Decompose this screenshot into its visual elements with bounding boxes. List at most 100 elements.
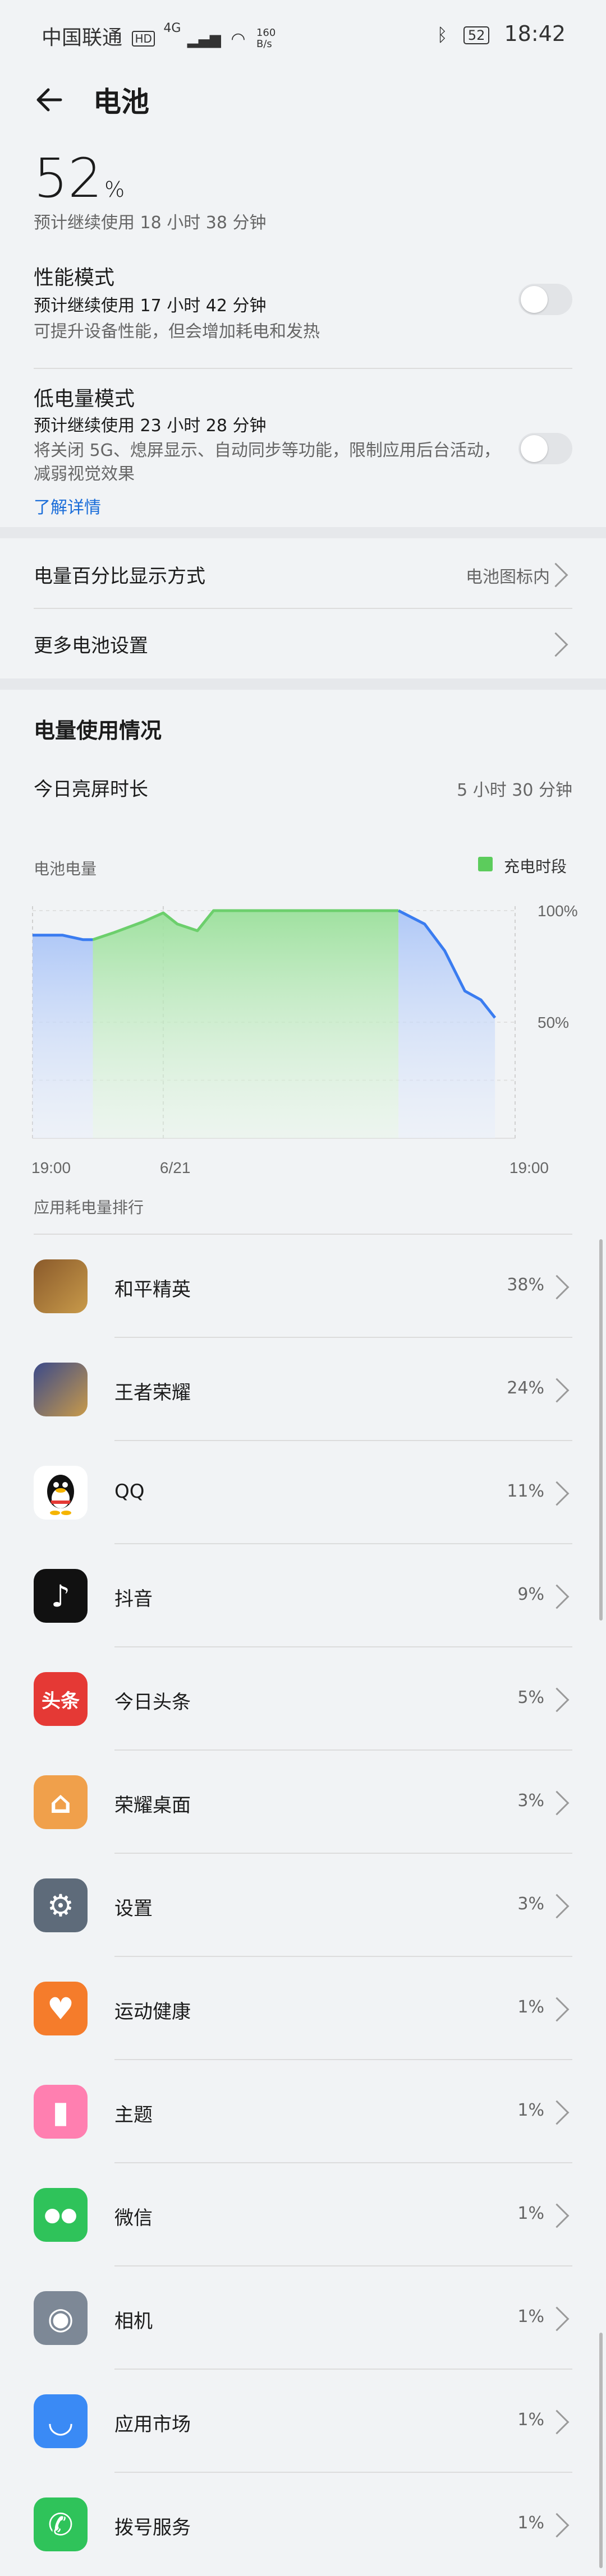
app-usage-row[interactable]: ♪ 抖音 9% <box>0 1544 606 1647</box>
low-power-mode-estimate: 预计继续使用 23 小时 28 分钟 <box>34 416 267 436</box>
app-usage-row[interactable]: ●● 微信 1% <box>0 2163 606 2266</box>
back-arrow-icon[interactable] <box>34 84 65 116</box>
status-left: 中国联通 HD 4G ▂▄▆ ◠ 160 B/s <box>42 21 276 50</box>
app-name: 今日头条 <box>114 1691 191 1714</box>
chevron-right-icon <box>544 1481 570 1506</box>
app-percent: 1% <box>517 2204 544 2223</box>
app-name: 王者荣耀 <box>114 1382 191 1404</box>
app-percent: 1% <box>517 2410 544 2430</box>
app-percent: 3% <box>517 1894 544 1914</box>
charging-area <box>93 911 399 1138</box>
app-usage-row[interactable]: 王者荣耀 24% <box>0 1338 606 1441</box>
app-icon-glyph: ●● <box>44 2204 77 2226</box>
app-name: 运动健康 <box>114 2001 191 2023</box>
low-power-mode-desc-1: 将关闭 5G、熄屏显示、自动同步等功能，限制应用后台活动， <box>34 441 501 460</box>
news-icon: 头条 <box>34 1672 88 1726</box>
bag-icon: ◡ <box>34 2394 88 2448</box>
app-usage-row[interactable]: ◡ 应用市场 1% <box>0 2370 606 2473</box>
app-usage-row[interactable]: ▮ 主题 1% <box>0 2060 606 2163</box>
heart-icon: ♥ <box>34 1982 88 2035</box>
performance-mode-title: 性能模式 <box>34 266 115 289</box>
more-battery-settings-row[interactable]: 更多电池设置 <box>0 609 606 678</box>
percent-display-value: 电池图标内 <box>466 567 550 587</box>
app-name: 抖音 <box>114 1588 153 1610</box>
bluetooth-icon: ᛒ <box>437 24 448 45</box>
percent-display-row[interactable]: 电量百分比显示方式 电池图标内 <box>0 538 606 608</box>
app-percent: 9% <box>517 1585 544 1604</box>
screen-time-label: 今日亮屏时长 <box>34 778 148 801</box>
brush-icon: ▮ <box>34 2085 88 2139</box>
performance-mode-toggle[interactable] <box>518 284 572 315</box>
app-usage-row[interactable]: 头条 今日头条 5% <box>0 1647 606 1751</box>
performance-mode-estimate: 预计继续使用 17 小时 42 分钟 <box>34 296 267 316</box>
app-icon-glyph: ♪ <box>50 1578 71 1614</box>
chevron-right-icon <box>543 632 568 657</box>
app-name: 拨号服务 <box>114 2517 191 2539</box>
chevron-right-icon <box>544 1790 570 1816</box>
net-speed-unit: B/s <box>256 38 272 50</box>
divider <box>34 368 572 369</box>
app-name: 相机 <box>114 2310 153 2333</box>
hd-icon: HD <box>132 31 155 47</box>
battery-percent-unit: % <box>104 177 125 202</box>
app-percent: 38% <box>507 1275 544 1295</box>
app-usage-row[interactable]: ◉ 相机 1% <box>0 2266 606 2370</box>
discharge-area <box>33 935 93 1138</box>
app-usage-row[interactable]: ⚙ 设置 3% <box>0 1854 606 1957</box>
app-percent: 1% <box>517 2100 544 2120</box>
scrollbar[interactable] <box>599 2333 603 2568</box>
low-power-mode-toggle[interactable] <box>518 433 572 464</box>
chevron-right-icon <box>544 2203 570 2228</box>
app-percent: 1% <box>517 2307 544 2326</box>
camera-icon: ◉ <box>34 2291 88 2345</box>
carrier-label: 中国联通 <box>42 26 123 49</box>
app-icon-glyph: ⌂ <box>49 1784 72 1820</box>
app-percent: 5% <box>517 1688 544 1707</box>
app-usage-row[interactable]: ✆ 拨号服务 1% <box>0 2473 606 2576</box>
chevron-right-icon <box>544 1275 570 1300</box>
y-tick-label: 50% <box>538 1014 569 1031</box>
app-percent: 1% <box>517 1997 544 2017</box>
app-percent: 11% <box>507 1481 544 1501</box>
music-note-icon: ♪ <box>34 1569 88 1623</box>
app-name: 微信 <box>114 2207 153 2229</box>
game-icon <box>34 1259 88 1313</box>
signal-icon: ▂▄▆ <box>187 31 221 48</box>
more-battery-settings-label: 更多电池设置 <box>34 635 148 657</box>
app-usage-row[interactable]: 和平精英 38% <box>0 1235 606 1338</box>
x-tick-label: 6/21 <box>160 1159 191 1176</box>
chevron-right-icon <box>544 2306 570 2332</box>
learn-more-link[interactable]: 了解详情 <box>34 493 101 518</box>
chevron-right-icon <box>544 1894 570 1919</box>
network-type: 4G <box>163 21 181 35</box>
section-gap <box>0 678 606 690</box>
section-gap <box>0 527 606 538</box>
app-icon-glyph: ◉ <box>47 2300 74 2336</box>
app-usage-row[interactable]: QQ 11% <box>0 1441 606 1544</box>
game-icon <box>34 1363 88 1416</box>
chat-icon: ●● <box>34 2188 88 2242</box>
chevron-right-icon <box>544 1378 570 1403</box>
page-title: 电池 <box>93 86 149 118</box>
app-name: QQ <box>114 1480 145 1503</box>
battery-percent-value: 52 <box>34 147 103 210</box>
app-icon-glyph: ✆ <box>48 2506 74 2542</box>
app-usage-row[interactable]: ♥ 运动健康 1% <box>0 1957 606 2060</box>
performance-mode-desc: 可提升设备性能，但会增加耗电和发热 <box>34 322 320 341</box>
net-speed: 160 B/s <box>256 27 276 50</box>
chevron-right-icon <box>544 1687 570 1712</box>
app-usage-row[interactable]: ⌂ 荣耀桌面 3% <box>0 1751 606 1854</box>
low-power-mode-desc-2: 减弱视觉效果 <box>34 464 135 484</box>
chevron-right-icon <box>544 2513 570 2538</box>
legend-swatch <box>478 857 493 871</box>
toggle-knob <box>521 435 548 462</box>
net-speed-value: 160 <box>256 27 276 39</box>
app-icon-glyph: ▮ <box>52 2094 69 2130</box>
scrollbar[interactable] <box>599 1239 603 1621</box>
usage-rank-title: 应用耗电量排行 <box>34 1198 144 1217</box>
app-icon-glyph: ⚙ <box>47 1887 75 1923</box>
app-icon-glyph: ◡ <box>49 2403 72 2439</box>
discharge-area <box>398 911 495 1138</box>
chevron-right-icon <box>544 1584 570 1609</box>
chart-label: 电池电量 <box>34 860 97 878</box>
